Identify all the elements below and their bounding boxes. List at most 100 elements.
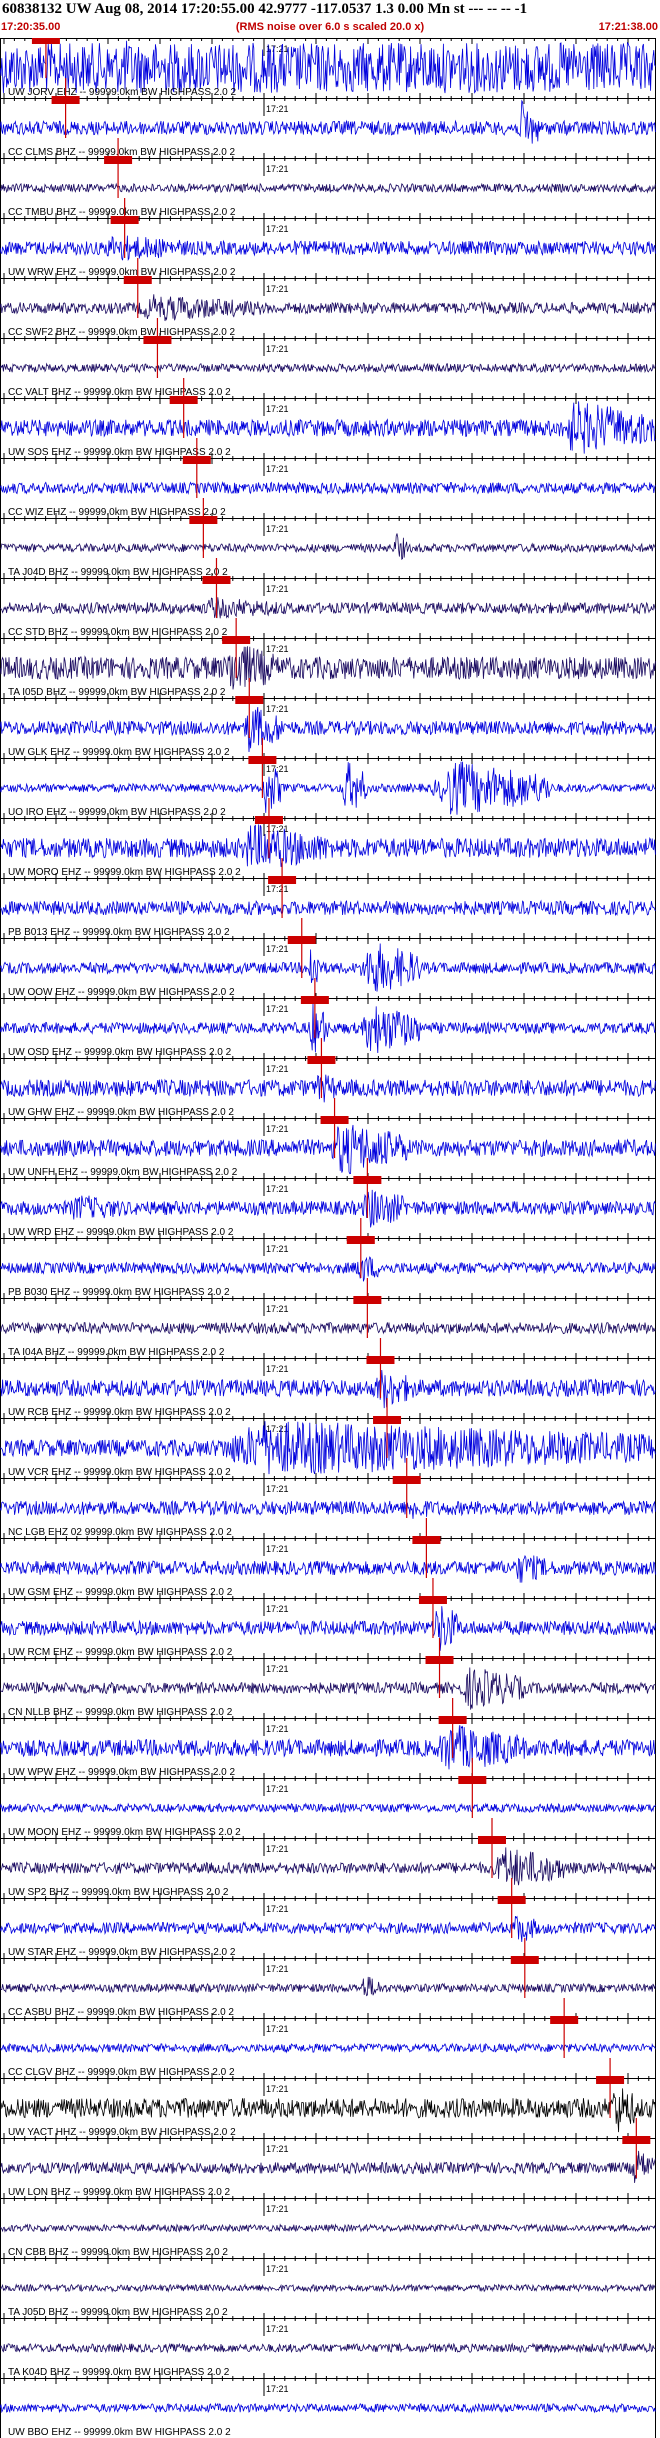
pick-flag xyxy=(438,1716,467,1724)
station-label: UW WRD EHZ -- 99999.0km BW HIGHPASS 2.0 … xyxy=(8,1227,234,1238)
waveform xyxy=(0,1802,656,1814)
time-marker-label: 17:21 xyxy=(266,1124,289,1134)
station-label: NC LGB EHZ 02 99999.0km BW HIGHPASS 2.0 … xyxy=(8,1527,232,1538)
time-marker-label: 17:21 xyxy=(266,1784,289,1794)
time-marker-label: 17:21 xyxy=(266,344,289,354)
waveform xyxy=(0,1554,656,1583)
waveform xyxy=(0,2223,656,2233)
time-marker-label: 17:21 xyxy=(266,2324,289,2334)
station-label: UW OSD EHZ -- 99999.0km BW HIGHPASS 2.0 … xyxy=(8,1047,232,1058)
waveform xyxy=(0,99,656,144)
station-label: UW VCR EHZ -- 99999.0km BW HIGHPASS 2.0 … xyxy=(8,1467,231,1478)
time-marker-label: 17:21 xyxy=(266,284,289,294)
pick-flag xyxy=(123,276,152,284)
waveform xyxy=(0,1976,656,1997)
waveform xyxy=(0,2150,656,2183)
time-marker-label: 17:21 xyxy=(266,704,289,714)
pick-flag xyxy=(418,1596,447,1604)
time-marker-label: 17:21 xyxy=(266,1064,289,1074)
trace-row: 17:21 UW BBO EHZ -- 99999.0km BW HIGHPASS… xyxy=(0,2373,656,2438)
time-marker-label: 17:21 xyxy=(266,1964,289,1974)
station-label: UW LON BHZ -- 99999.0km BW HIGHPASS 2.0 … xyxy=(8,2187,231,2198)
time-marker-label: 17:21 xyxy=(266,224,289,234)
time-marker-label: 17:21 xyxy=(266,584,289,594)
waveform xyxy=(0,235,656,261)
station-label: UW GHW EHZ -- 99999.0km BW HIGHPASS 2.0 … xyxy=(8,1107,234,1118)
waveform xyxy=(0,182,656,194)
time-marker-label: 17:21 xyxy=(266,1724,289,1734)
waveform xyxy=(0,533,656,560)
pick-flag xyxy=(222,636,251,644)
header: 60838132 UW Aug 08, 2014 17:20:55.00 42.… xyxy=(0,0,660,38)
station-label: UW GLK EHZ -- 99999.0km BW HIGHPASS 2.0 … xyxy=(8,747,230,758)
station-label: CC ASBU BHZ -- 99999.0km BW HIGHPASS 2.0… xyxy=(8,2007,234,2018)
waveform xyxy=(0,597,656,619)
trace-row: 17:21CN CBB BHZ -- 99999.0km BW HIGHPASS… xyxy=(0,2193,656,2258)
waveform xyxy=(0,899,656,917)
time-marker-label: 17:21 xyxy=(266,1484,289,1494)
pick-flag xyxy=(510,1956,539,1964)
pick-flag xyxy=(51,96,80,104)
station-label: UW JORV EHZ -- 99999.0km BW HIGHPASS 2.0… xyxy=(8,87,236,98)
station-label: UW GSM EHZ -- 99999.0km BW HIGHPASS 2.0 … xyxy=(8,1587,233,1598)
station-label: PB B013 EHZ -- 99999.0km BW HIGHPASS 2.0… xyxy=(8,927,230,938)
time-marker-label: 17:21 xyxy=(266,1544,289,1554)
station-label: UW BBO EHZ -- 99999.0km BW HIGHPASS 2.0 … xyxy=(8,2427,231,2438)
waveform xyxy=(0,1667,656,1710)
rms-note: (RMS noise over 6.0 s scaled 20.0 x) xyxy=(235,21,425,33)
pick-flag xyxy=(104,156,133,164)
station-label: PB B030 EHZ -- 99999.0km BW HIGHPASS 2.0… xyxy=(8,1287,230,1298)
pick-flag xyxy=(596,2076,625,2084)
time-marker-label: 17:21 xyxy=(266,1004,289,1014)
time-marker-label: 17:21 xyxy=(266,464,289,474)
seismogram-panel: 17:21 UW JORV EHZ -- 99999.0km BW HIGHPAS… xyxy=(0,38,656,2438)
pick-flag xyxy=(366,1356,395,1364)
pick-flag xyxy=(550,2016,579,2024)
event-title: 60838132 UW Aug 08, 2014 17:20:55.00 42.… xyxy=(2,1,528,17)
waveform xyxy=(0,40,656,94)
time-marker-label: 17:21 xyxy=(266,884,289,894)
waveform xyxy=(0,2088,656,2133)
time-marker-label: 17:21 xyxy=(266,1304,289,1314)
waveform xyxy=(0,2042,656,2054)
pick-flag xyxy=(254,816,283,824)
waveform xyxy=(0,2283,656,2293)
pick-flag xyxy=(622,2136,651,2144)
pick-flag xyxy=(373,1416,402,1424)
time-marker-label: 17:21 xyxy=(266,944,289,954)
station-label: TA K04D BHZ -- 99999.0km BW HIGHPASS 2.0… xyxy=(8,2367,230,2378)
time-marker-label: 17:21 xyxy=(266,2264,289,2274)
time-marker-label: 17:21 xyxy=(266,2204,289,2214)
waveform xyxy=(0,401,656,454)
waveform xyxy=(0,1847,656,1886)
waveform xyxy=(0,481,656,495)
pick-flag xyxy=(268,876,297,884)
station-label: TA I04A BHZ -- 99999.0km BW HIGHPASS 2.0… xyxy=(8,1347,225,1358)
pick-flag xyxy=(497,1896,526,1904)
time-marker-label: 17:21 xyxy=(266,104,289,114)
waveform xyxy=(0,294,656,322)
pick-flag xyxy=(300,996,329,1004)
station-label: UW RCB EHZ -- 99999.0km BW HIGHPASS 2.0 … xyxy=(8,1407,231,1418)
station-label: CC STD BHZ -- 99999.0km BW HIGHPASS 2.0 … xyxy=(8,627,228,638)
time-marker-label: 17:21 xyxy=(266,1844,289,1854)
time-marker-label: 17:21 xyxy=(266,1244,289,1254)
time-marker-label: 17:21 xyxy=(266,2384,289,2394)
pick-flag xyxy=(320,1116,349,1124)
waveform xyxy=(0,1369,656,1409)
waveform xyxy=(0,1606,656,1651)
station-label: TA I05D BHZ -- 99999.0km BW HIGHPASS 2.0… xyxy=(8,687,226,698)
waveform xyxy=(0,2402,656,2414)
pick-flag xyxy=(353,1296,382,1304)
station-label: UW OOW EHZ -- 99999.0km BW HIGHPASS 2.0 … xyxy=(8,987,235,998)
pick-flag xyxy=(392,1476,421,1484)
pick-flag xyxy=(169,396,198,404)
waveform xyxy=(0,362,656,374)
time-marker-label: 17:21 xyxy=(266,1364,289,1374)
waveform xyxy=(0,1500,656,1519)
trace-row: 17:21TA J05D BHZ -- 99999.0km BW HIGHPAS… xyxy=(0,2253,656,2318)
waveform xyxy=(0,824,656,867)
time-marker-label: 17:21 xyxy=(266,164,289,174)
station-label: UO IRO EHZ -- 99999.0km BW HIGHPASS 2.0 … xyxy=(8,807,226,818)
waveform xyxy=(0,646,656,690)
